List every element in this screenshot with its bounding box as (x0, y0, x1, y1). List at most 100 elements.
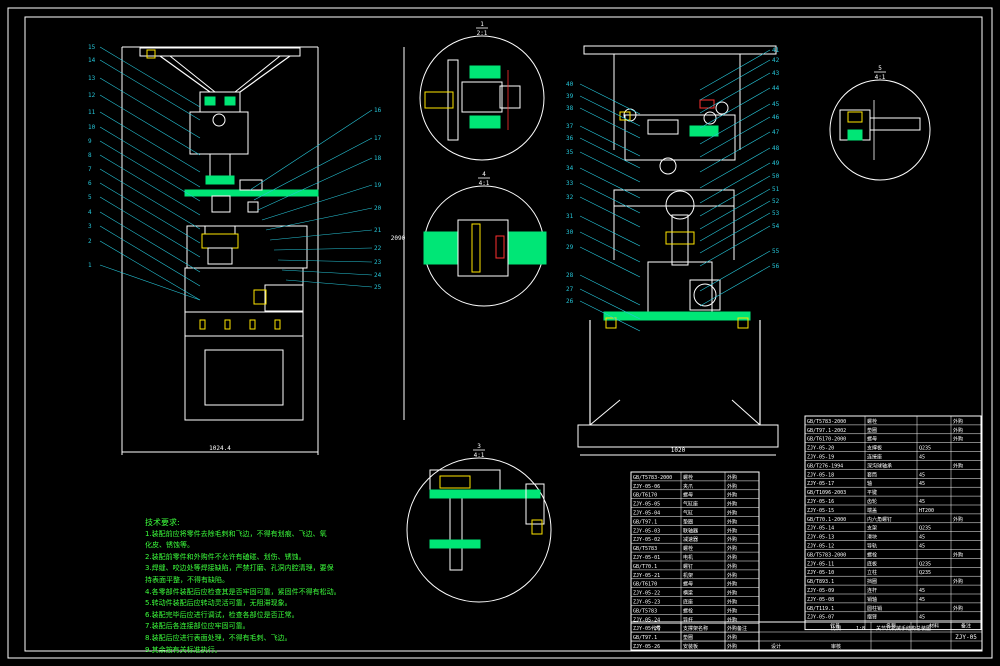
part-label: 25 (374, 284, 382, 291)
pin (471, 223, 481, 273)
cad-viewport[interactable]: 1024.4 2090 15 14 13 12 11 10 9 8 7 6 5 4 3 2 1 16 17 18 19 2… (0, 0, 1000, 666)
part-label: 51 (772, 186, 780, 193)
pivot (212, 113, 226, 127)
detail-view-right: 54:1 (829, 65, 931, 181)
bom-cell: ZJY-05-04 (633, 511, 660, 517)
bom-cell: ZJY-05-03 (633, 528, 660, 534)
bom-cell: ZJY-05-15 (807, 508, 834, 514)
bom-right-table: GB/T5783-2000 螺栓 外购GB/T97.1-2002 垫圈 外购GB/T61… (804, 415, 982, 631)
bom-cell: 外购 (727, 518, 737, 525)
bom-cell: ZJY-05-17 (807, 481, 834, 487)
detail-view-top: 12:1 (419, 21, 545, 161)
part-label: 56 (772, 263, 780, 270)
housing-window (647, 119, 679, 135)
detail-boundary (419, 35, 545, 161)
leader-line (99, 211, 201, 273)
bom-cell: GB/T97.1 (633, 519, 657, 525)
leader-line (269, 229, 373, 241)
height-dimension: 2090 (391, 235, 406, 242)
bom-cell: GB/T70.1 (633, 564, 657, 570)
leader-line (699, 49, 771, 91)
bushing (469, 65, 501, 79)
bom-cell: 横梁 (683, 590, 693, 597)
part-label: 37 (566, 123, 574, 130)
side-bolt (253, 289, 267, 305)
bom-cell: 外购 (727, 501, 737, 508)
bom-cell: 外购 (727, 554, 737, 561)
bom-cell: 夹爪 (683, 483, 693, 490)
bom-cell: ZJY-05-14 (807, 526, 834, 532)
bracket (239, 179, 263, 191)
slot (274, 319, 281, 330)
bom-cell: 螺栓 (867, 551, 877, 558)
leader-line (249, 109, 373, 191)
top-beam (583, 45, 777, 55)
part-label: 34 (566, 165, 574, 172)
plate (429, 489, 541, 499)
drawing-title: 关节式机械手结构总装图 (876, 625, 931, 632)
leader-line (99, 111, 201, 173)
nut (531, 519, 543, 535)
leader-line (699, 250, 771, 292)
part-label: 19 (374, 182, 382, 189)
leader-line (265, 207, 373, 231)
bom-cell: 外购 (727, 581, 737, 588)
base-plate (184, 311, 304, 337)
link-arm (239, 55, 291, 93)
foot-base (577, 424, 779, 448)
part-label: 12 (88, 92, 96, 99)
part-label: 17 (374, 135, 382, 142)
leader-line (99, 225, 201, 287)
bom-cell: ZJY-05-06 (633, 484, 660, 490)
part-label: 28 (566, 272, 574, 279)
bom-cell: 外购 (727, 625, 737, 632)
leader-line (579, 125, 641, 157)
bom-cell: 支撑板 (867, 445, 882, 452)
scale-value: 1:8 (856, 626, 865, 632)
head-body (189, 111, 249, 155)
bom-cell: 外购 (727, 510, 737, 517)
bearing (715, 101, 729, 115)
leader-line (579, 137, 641, 169)
slot (249, 319, 256, 330)
bom-cell: 滑块 (867, 534, 877, 541)
top-bar (139, 47, 301, 57)
part-label: 49 (772, 160, 780, 167)
part-label: 44 (772, 85, 780, 92)
bom-cell: ZJY-05-10 (807, 570, 834, 576)
note-line: 持表面平整，不得有缺陷。 (145, 575, 229, 584)
link-arm (169, 55, 216, 93)
leader-line (273, 247, 373, 251)
bom-cell: ZJY-05-19 (807, 455, 834, 461)
bom-cell: 连接座 (867, 454, 882, 461)
bom-cell: 45 (919, 481, 925, 487)
bom-cell: 外购 (727, 527, 737, 534)
leader-line (699, 225, 771, 267)
leader-line (579, 246, 641, 278)
bom-cell: 外购 (953, 418, 963, 425)
key (495, 235, 505, 259)
slot (199, 319, 206, 330)
leader-line (99, 59, 201, 121)
part-label: 53 (772, 210, 780, 217)
part-label: 20 (374, 205, 382, 212)
part-label: 11 (88, 109, 96, 116)
note-line: 6.装配完毕后应进行调试，检查各部位是否正常。 (145, 610, 299, 619)
bom-cell: GB/T5783-2000 (633, 475, 672, 481)
bom-cell: ZJY-05-02 (633, 537, 660, 543)
bom-cell: 外购 (727, 607, 737, 614)
side-motor (264, 284, 304, 312)
leader-line (699, 72, 771, 114)
bom-cell: ZJY-05-08 (807, 597, 834, 603)
bom-cell: GB/T97.1-2002 (807, 428, 846, 434)
part-label: 33 (566, 180, 574, 187)
bom-cell: 45 (919, 535, 925, 541)
detail-scale: 4:1 (479, 180, 490, 187)
check-label: 审核 (831, 643, 841, 650)
bom-cell: 外购 (953, 427, 963, 434)
bom-cell: Q235 (919, 446, 931, 452)
bom-cell: 外购 (727, 474, 737, 481)
bom-cell: 外购 (727, 643, 737, 650)
part-label: 30 (566, 229, 574, 236)
leader-line (99, 77, 201, 139)
